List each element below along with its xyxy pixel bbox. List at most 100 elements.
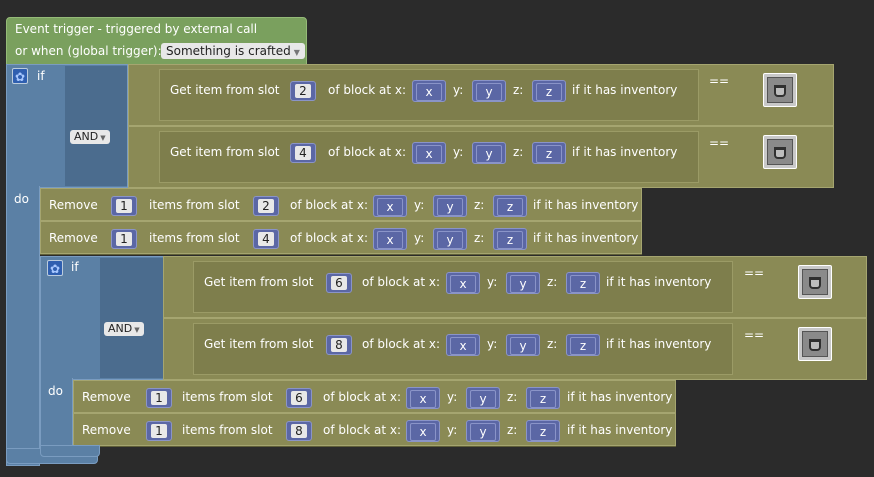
y-variable[interactable]: y bbox=[506, 272, 540, 294]
item-frame bbox=[802, 269, 828, 295]
slot-input[interactable]: 4 bbox=[253, 229, 279, 249]
z-label: z: bbox=[474, 198, 485, 212]
x-variable[interactable]: x bbox=[446, 272, 480, 294]
x-variable[interactable]: x bbox=[412, 80, 446, 102]
outer-do-label: do bbox=[14, 192, 29, 206]
y-label: y: bbox=[447, 390, 458, 404]
y-variable[interactable]: y bbox=[472, 142, 506, 164]
gear-icon[interactable]: ✿ bbox=[47, 260, 63, 276]
y-variable[interactable]: y bbox=[433, 195, 467, 217]
y-variable[interactable]: y bbox=[472, 80, 506, 102]
x-variable[interactable]: x bbox=[373, 195, 407, 217]
z-variable[interactable]: z bbox=[566, 272, 600, 294]
y-variable[interactable]: y bbox=[466, 387, 500, 409]
slot-input[interactable]: 8 bbox=[326, 335, 352, 355]
slot-input[interactable]: 4 bbox=[290, 143, 316, 163]
get-item-block-2[interactable]: Get item from slot 4 of block at x: x y:… bbox=[159, 131, 699, 183]
global-trigger-label: or when (global trigger): bbox=[15, 44, 162, 58]
of-block-label: of block at x: bbox=[290, 231, 369, 245]
outer-and-dropdown[interactable]: AND ▼ bbox=[70, 130, 110, 144]
z-variable[interactable]: z bbox=[526, 387, 560, 409]
chevron-down-icon: ▼ bbox=[293, 48, 300, 57]
has-inventory-label: if it has inventory bbox=[567, 390, 673, 404]
slot-value: 8 bbox=[291, 424, 307, 438]
y-variable[interactable]: y bbox=[433, 228, 467, 250]
z-label: z: bbox=[513, 83, 524, 97]
remove-block-1[interactable]: Remove 1 items from slot 2 of block at x… bbox=[40, 188, 642, 221]
z-value: z bbox=[530, 423, 556, 441]
get-item-label: Get item from slot bbox=[170, 83, 280, 97]
has-inventory-label: if it has inventory bbox=[606, 275, 712, 289]
inner-and-dropdown[interactable]: AND ▼ bbox=[104, 322, 144, 336]
compare-block-1[interactable]: Get item from slot 2 of block at x: x y:… bbox=[128, 64, 834, 126]
slot-input[interactable]: 6 bbox=[326, 273, 352, 293]
item-selector[interactable] bbox=[798, 327, 832, 361]
remove-label: Remove bbox=[49, 231, 98, 245]
of-block-label: of block at x: bbox=[362, 275, 441, 289]
z-variable[interactable]: z bbox=[526, 420, 560, 442]
get-item-block-3[interactable]: Get item from slot 6 of block at x: x y:… bbox=[193, 261, 733, 313]
z-value: z bbox=[536, 145, 562, 163]
count-input[interactable]: 1 bbox=[146, 421, 172, 441]
slot-input[interactable]: 6 bbox=[286, 388, 312, 408]
equals-operator: == bbox=[709, 136, 730, 150]
event-trigger-block[interactable]: Event trigger - triggered by external ca… bbox=[6, 17, 307, 65]
count-input[interactable]: 1 bbox=[111, 229, 137, 249]
chevron-down-icon: ▼ bbox=[100, 134, 106, 142]
count-value: 1 bbox=[151, 424, 167, 438]
compare-block-3[interactable]: Get item from slot 6 of block at x: x y:… bbox=[163, 256, 867, 318]
of-block-label: of block at x: bbox=[323, 423, 402, 437]
gear-icon[interactable]: ✿ bbox=[12, 68, 28, 84]
x-value: x bbox=[410, 423, 436, 441]
compare-block-4[interactable]: Get item from slot 8 of block at x: x y:… bbox=[163, 318, 867, 380]
slot-value: 4 bbox=[295, 146, 311, 160]
slot-input[interactable]: 8 bbox=[286, 421, 312, 441]
x-value: x bbox=[450, 337, 476, 355]
x-variable[interactable]: x bbox=[412, 142, 446, 164]
z-variable[interactable]: z bbox=[493, 195, 527, 217]
of-block-label: of block at x: bbox=[323, 390, 402, 404]
z-variable[interactable]: z bbox=[532, 80, 566, 102]
global-trigger-dropdown[interactable]: Something is crafted ▼ bbox=[161, 43, 305, 59]
z-variable[interactable]: z bbox=[566, 334, 600, 356]
has-inventory-label: if it has inventory bbox=[572, 145, 678, 159]
slot-value: 2 bbox=[295, 84, 311, 98]
x-value: x bbox=[450, 275, 476, 293]
y-variable[interactable]: y bbox=[506, 334, 540, 356]
chevron-down-icon: ▼ bbox=[134, 326, 140, 334]
x-variable[interactable]: x bbox=[446, 334, 480, 356]
x-variable[interactable]: x bbox=[373, 228, 407, 250]
remove-block-3[interactable]: Remove 1 items from slot 6 of block at x… bbox=[73, 380, 676, 413]
remove-label: Remove bbox=[49, 198, 98, 212]
slot-value: 8 bbox=[331, 338, 347, 352]
z-variable[interactable]: z bbox=[493, 228, 527, 250]
slot-value: 6 bbox=[291, 391, 307, 405]
remove-block-2[interactable]: Remove 1 items from slot 4 of block at x… bbox=[40, 221, 642, 254]
item-frame bbox=[767, 77, 793, 103]
x-variable[interactable]: x bbox=[406, 387, 440, 409]
y-label: y: bbox=[453, 145, 464, 159]
bucket-icon bbox=[774, 147, 786, 159]
slot-input[interactable]: 2 bbox=[253, 196, 279, 216]
count-input[interactable]: 1 bbox=[111, 196, 137, 216]
remove-block-4[interactable]: Remove 1 items from slot 8 of block at x… bbox=[73, 413, 676, 446]
z-value: z bbox=[536, 83, 562, 101]
item-selector[interactable] bbox=[798, 265, 832, 299]
z-label: z: bbox=[507, 390, 518, 404]
y-variable[interactable]: y bbox=[466, 420, 500, 442]
y-label: y: bbox=[447, 423, 458, 437]
z-label: z: bbox=[474, 231, 485, 245]
get-item-block-4[interactable]: Get item from slot 8 of block at x: x y:… bbox=[193, 323, 733, 375]
of-block-label: of block at x: bbox=[328, 83, 407, 97]
get-item-block-1[interactable]: Get item from slot 2 of block at x: x y:… bbox=[159, 69, 699, 121]
items-from-label: items from slot bbox=[149, 198, 240, 212]
x-variable[interactable]: x bbox=[406, 420, 440, 442]
items-from-label: items from slot bbox=[182, 423, 273, 437]
compare-block-2[interactable]: Get item from slot 4 of block at x: x y:… bbox=[128, 126, 834, 188]
item-selector[interactable] bbox=[763, 135, 797, 169]
count-input[interactable]: 1 bbox=[146, 388, 172, 408]
item-selector[interactable] bbox=[763, 73, 797, 107]
z-variable[interactable]: z bbox=[532, 142, 566, 164]
slot-input[interactable]: 2 bbox=[290, 81, 316, 101]
x-value: x bbox=[377, 231, 403, 249]
